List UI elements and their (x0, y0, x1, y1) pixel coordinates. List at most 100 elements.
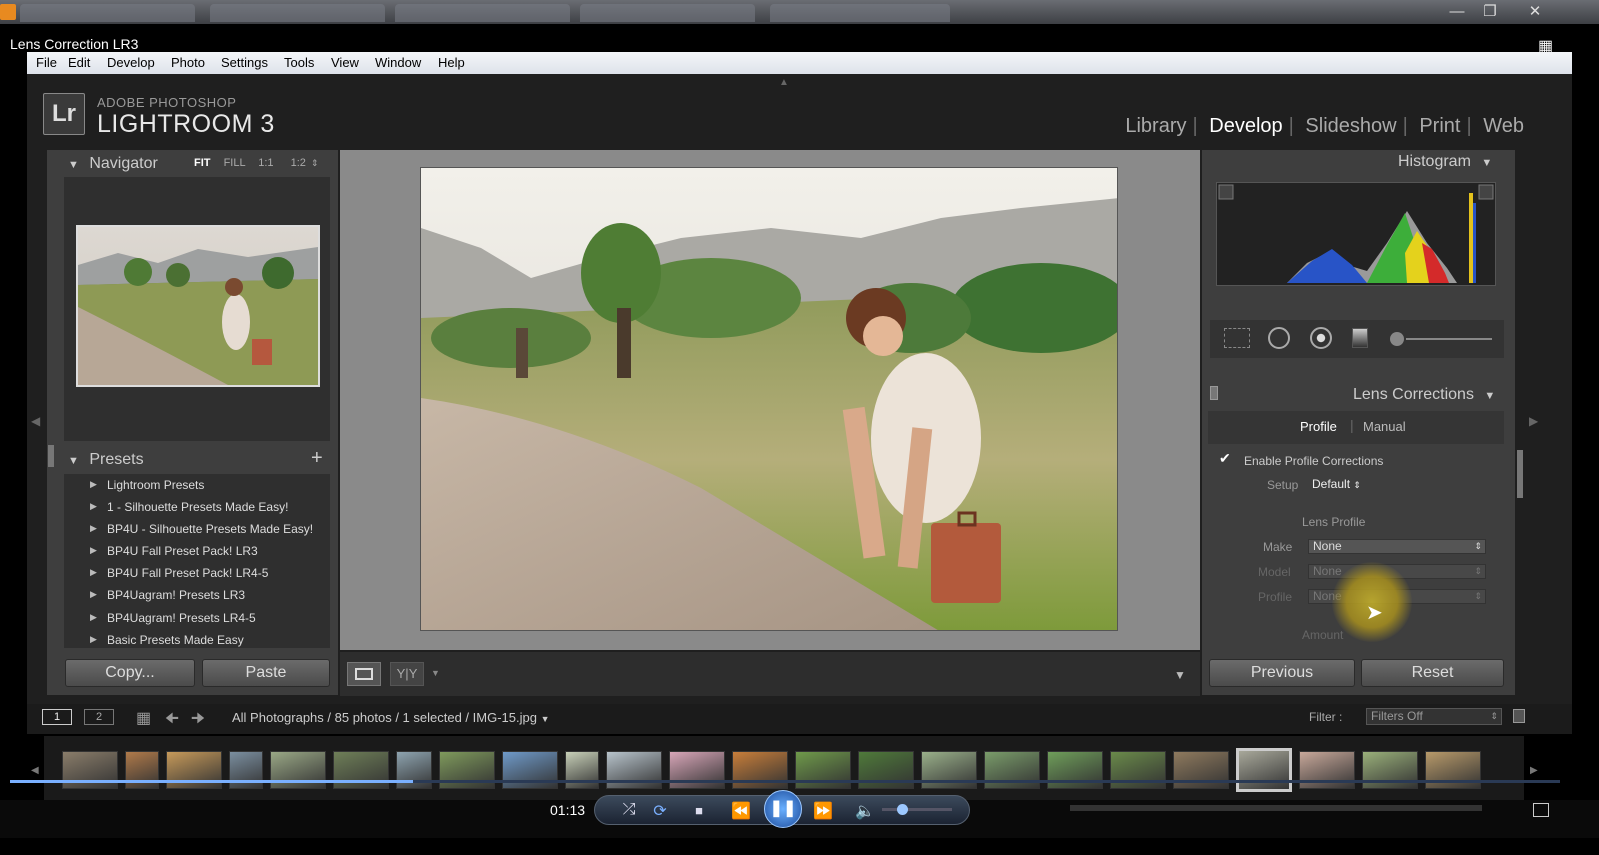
filmstrip-thumbnail[interactable] (1110, 751, 1166, 789)
browser-tab[interactable] (770, 4, 950, 22)
preset-folder[interactable]: ▶ BP4U Fall Preset Pack! LR4-5 (64, 563, 330, 585)
module-print[interactable]: Print (1419, 115, 1460, 137)
volume-knob[interactable] (897, 804, 908, 815)
menu-view[interactable]: View (331, 55, 359, 70)
filmstrip-thumbnail[interactable] (229, 751, 263, 789)
filmstrip-thumbnail[interactable] (565, 751, 599, 789)
previous-button[interactable]: Previous (1209, 659, 1355, 687)
zoom-1-1[interactable]: 1:1 (258, 157, 273, 169)
menu-develop[interactable]: Develop (107, 55, 155, 70)
paste-settings-button[interactable]: Paste (202, 659, 330, 687)
filmstrip-thumbnail[interactable] (732, 751, 788, 789)
navigator-header[interactable]: ▼ Navigator (68, 155, 158, 173)
panel-switch-icon[interactable] (1210, 386, 1218, 400)
menu-photo[interactable]: Photo (171, 55, 205, 70)
module-develop[interactable]: Develop (1209, 115, 1282, 137)
copy-settings-button[interactable]: Copy... (65, 659, 195, 687)
filmstrip-thumbnail[interactable] (921, 751, 977, 789)
reset-button[interactable]: Reset (1361, 659, 1504, 687)
browser-tab[interactable] (210, 4, 385, 22)
top-panel-toggle-icon[interactable]: ▲ (779, 77, 789, 88)
filmstrip-scroll-right-icon[interactable]: ▶ (1530, 765, 1538, 776)
right-panel-toggle-icon[interactable]: ▶ (1529, 414, 1538, 428)
preset-folder[interactable]: ▶ Lightroom Presets (64, 475, 330, 497)
setup-dropdown[interactable]: Default ⇕ (1312, 477, 1361, 491)
adjustment-brush-icon[interactable] (1390, 332, 1404, 346)
tab-profile[interactable]: Profile (1300, 419, 1337, 434)
menu-file[interactable]: File (36, 55, 57, 70)
enable-profile-checkbox[interactable]: ✔ (1219, 451, 1234, 466)
navigator-thumbnail[interactable] (76, 225, 320, 387)
back-arrow-icon[interactable]: 🠈 (165, 708, 179, 733)
browser-tab[interactable] (20, 4, 195, 22)
filmstrip-thumbnail[interactable] (1362, 751, 1418, 789)
module-slideshow[interactable]: Slideshow (1305, 115, 1396, 137)
filmstrip-thumbnail[interactable] (606, 751, 662, 789)
filmstrip-thumbnail[interactable] (125, 751, 159, 789)
tab-manual[interactable]: Manual (1363, 419, 1406, 434)
filter-lock-icon[interactable] (1513, 709, 1525, 723)
preset-folder[interactable]: ▶ BP4Uagram! Presets LR3 (64, 585, 330, 607)
filmstrip-thumbnail[interactable] (1173, 751, 1229, 789)
filmstrip-thumbnail[interactable] (669, 751, 725, 789)
presets-header[interactable]: ▼ Presets (68, 451, 144, 469)
filmstrip-thumbnail[interactable] (1299, 751, 1355, 789)
filmstrip-thumbnail[interactable] (1425, 751, 1481, 789)
filmstrip-thumbnail-selected[interactable] (1236, 748, 1292, 792)
filmstrip-thumbnail[interactable] (795, 751, 851, 789)
filmstrip-thumbnail[interactable] (984, 751, 1040, 789)
menu-tools[interactable]: Tools (284, 55, 314, 70)
filmstrip-thumbnail[interactable] (62, 751, 118, 789)
preset-folder[interactable]: ▶ BP4U Fall Preset Pack! LR3 (64, 541, 330, 563)
zoom-menu-icon[interactable]: ⇕ (311, 158, 319, 168)
filmstrip-thumbnail[interactable] (396, 751, 432, 789)
filmstrip-thumbnail[interactable] (439, 751, 495, 789)
toolbar-menu-icon[interactable]: ▼ (1174, 668, 1186, 682)
repeat-icon[interactable]: ⟳ (649, 801, 671, 821)
loupe-view-button[interactable] (347, 662, 381, 686)
graduated-filter-icon[interactable] (1352, 328, 1368, 348)
main-photo[interactable] (420, 167, 1118, 631)
preset-folder[interactable]: ▶ Basic Presets Made Easy (64, 630, 330, 648)
crop-tool-icon[interactable] (1224, 328, 1250, 348)
menu-window[interactable]: Window (375, 55, 421, 70)
make-dropdown[interactable]: None ⇕ (1308, 539, 1486, 554)
main-screen-button[interactable]: 1 (42, 709, 72, 725)
preset-folder[interactable]: ▶ BP4U - Silhouette Presets Made Easy! (64, 519, 330, 541)
before-after-view-button[interactable]: Y|Y (390, 662, 424, 686)
preset-folder[interactable]: ▶ BP4Uagram! Presets LR4-5 (64, 608, 330, 630)
rewind-icon[interactable]: ⏪ (730, 801, 752, 821)
left-panel-toggle-icon[interactable]: ◀ (31, 414, 40, 428)
pause-button[interactable]: ❚❚ (764, 790, 802, 828)
right-panel-scrollbar[interactable] (1517, 450, 1523, 498)
add-preset-button[interactable]: + (311, 447, 323, 470)
filmstrip-thumbnail[interactable] (502, 751, 558, 789)
shuffle-icon[interactable]: ⤮ (618, 801, 640, 819)
browser-tab[interactable] (395, 4, 570, 22)
red-eye-tool-icon[interactable] (1310, 327, 1332, 349)
preset-folder[interactable]: ▶ 1 - Silhouette Presets Made Easy! (64, 497, 330, 519)
zoom-fit[interactable]: FIT (194, 157, 211, 169)
menu-edit[interactable]: Edit (68, 55, 90, 70)
filmstrip-thumbnail[interactable] (333, 751, 389, 789)
grid-view-icon[interactable]: ▦ (136, 708, 151, 728)
close-button[interactable]: ✕ (1515, 2, 1555, 22)
histogram-header[interactable]: Histogram ▼ (1398, 153, 1492, 171)
module-web[interactable]: Web (1483, 115, 1524, 137)
fullscreen-icon[interactable] (1533, 803, 1549, 817)
lens-corrections-header[interactable]: Lens Corrections ▼ (1353, 386, 1495, 404)
view-options-icon[interactable]: ▼ (431, 668, 440, 678)
maximize-button[interactable]: ❐ (1470, 2, 1510, 22)
volume-slider[interactable] (882, 808, 952, 811)
browser-tab[interactable] (580, 4, 755, 22)
brush-slider-track[interactable] (1406, 338, 1492, 340)
zoom-1-2[interactable]: 1:2 (291, 157, 306, 169)
spot-removal-tool-icon[interactable] (1268, 327, 1290, 349)
zoom-fill[interactable]: FILL (224, 157, 246, 169)
forward-arrow-icon[interactable]: 🠊 (191, 708, 205, 733)
second-screen-button[interactable]: 2 (84, 709, 114, 725)
filmstrip-source[interactable]: All Photographs / 85 photos / 1 selected… (232, 710, 550, 725)
filmstrip-thumbnail[interactable] (858, 751, 914, 789)
volume-icon[interactable]: 🔈 (854, 801, 876, 821)
filmstrip-thumbnail[interactable] (1047, 751, 1103, 789)
